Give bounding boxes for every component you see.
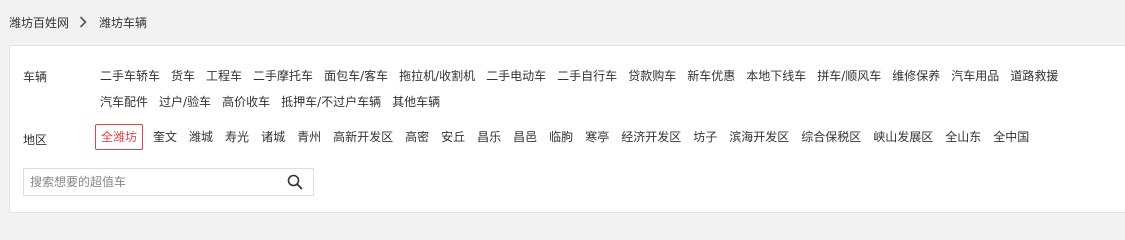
vehicle-filter-option[interactable]: 货车 (169, 63, 197, 89)
vehicle-filter-option[interactable]: 拖拉机/收割机 (397, 63, 477, 89)
region-filter-option[interactable]: 峡山发展区 (871, 124, 935, 150)
vehicle-filter-option[interactable]: 二手电动车 (484, 63, 548, 89)
vehicle-filter-option[interactable]: 其他车辆 (390, 89, 442, 115)
region-filter-option[interactable]: 高新开发区 (331, 124, 395, 150)
region-filter-list: 全潍坊 奎文 潍城 寿光 诸城 青州 高新开发区 高密 安丘 昌乐 昌邑 临朐 寒亭 经济开发区 坊子 滨海开… (95, 124, 1105, 150)
region-filter-option[interactable]: 安丘 (439, 124, 467, 150)
region-filter-option[interactable]: 滨海开发区 (727, 124, 791, 150)
filter-panel: 车辆 二手车轿车 货车 工程车 二手摩托车 面包车/客车 拖拉机/收割机 二手电动车 二手自行… (9, 45, 1125, 213)
vehicle-filter-option[interactable]: 抵押车/不过户车辆 (279, 89, 383, 115)
region-filter-option[interactable]: 高密 (403, 124, 431, 150)
vehicle-filter-option[interactable]: 贷款购车 (626, 63, 678, 89)
region-filter-option[interactable]: 昌邑 (511, 124, 539, 150)
vehicle-filter-option[interactable]: 二手摩托车 (251, 63, 315, 89)
region-filter-option[interactable]: 综合保税区 (799, 124, 863, 150)
breadcrumb: 潍坊百姓网 潍坊车辆 (9, 12, 147, 32)
region-filter-option[interactable]: 坊子 (691, 124, 719, 150)
chevron-right-icon (79, 15, 89, 29)
region-filter-option[interactable]: 全潍坊 (95, 124, 144, 150)
vehicle-filter-option[interactable]: 本地下线车 (744, 63, 808, 89)
region-filter-option[interactable]: 诸城 (259, 124, 287, 150)
search-icon[interactable] (277, 169, 313, 195)
region-filter-option[interactable]: 昌乐 (475, 124, 503, 150)
region-filter-option[interactable]: 寒亭 (583, 124, 611, 150)
region-filter-option[interactable]: 全山东 (943, 124, 983, 150)
region-filter-option[interactable]: 临朐 (547, 124, 575, 150)
vehicle-filter-option[interactable]: 面包车/客车 (322, 63, 390, 89)
search-input[interactable] (24, 169, 277, 195)
vehicle-filter-option[interactable]: 维修保养 (890, 63, 942, 89)
vehicle-filter-option[interactable]: 拼车/顺风车 (815, 63, 883, 89)
vehicle-filter-label: 车辆 (23, 70, 48, 84)
vehicle-filter-option[interactable]: 汽车用品 (949, 63, 1001, 89)
vehicle-filter-option[interactable]: 高价收车 (220, 89, 272, 115)
region-filter-option[interactable]: 寿光 (223, 124, 251, 150)
vehicle-filter-list: 二手车轿车 货车 工程车 二手摩托车 面包车/客车 拖拉机/收割机 二手电动车 二手自行车 贷款… (98, 63, 1118, 115)
vehicle-filter-option[interactable]: 汽车配件 (98, 89, 150, 115)
vehicle-filter-option[interactable]: 二手自行车 (555, 63, 619, 89)
region-filter-label: 地区 (23, 133, 48, 147)
breadcrumb-home[interactable]: 潍坊百姓网 (9, 14, 69, 31)
search-box (23, 168, 314, 196)
vehicle-filter-option[interactable]: 新车优惠 (685, 63, 737, 89)
vehicle-filter-option[interactable]: 工程车 (204, 63, 244, 89)
region-filter-option[interactable]: 潍城 (187, 124, 215, 150)
breadcrumb-current[interactable]: 潍坊车辆 (99, 14, 147, 31)
vehicle-filter-option[interactable]: 道路救援 (1008, 63, 1060, 89)
region-filter-option[interactable]: 全中国 (991, 124, 1031, 150)
vehicle-filter-option[interactable]: 过户/验车 (157, 89, 213, 115)
region-filter-option[interactable]: 经济开发区 (619, 124, 683, 150)
region-filter-option[interactable]: 青州 (295, 124, 323, 150)
region-filter-option[interactable]: 奎文 (151, 124, 179, 150)
vehicle-filter-option[interactable]: 二手车轿车 (98, 63, 162, 89)
